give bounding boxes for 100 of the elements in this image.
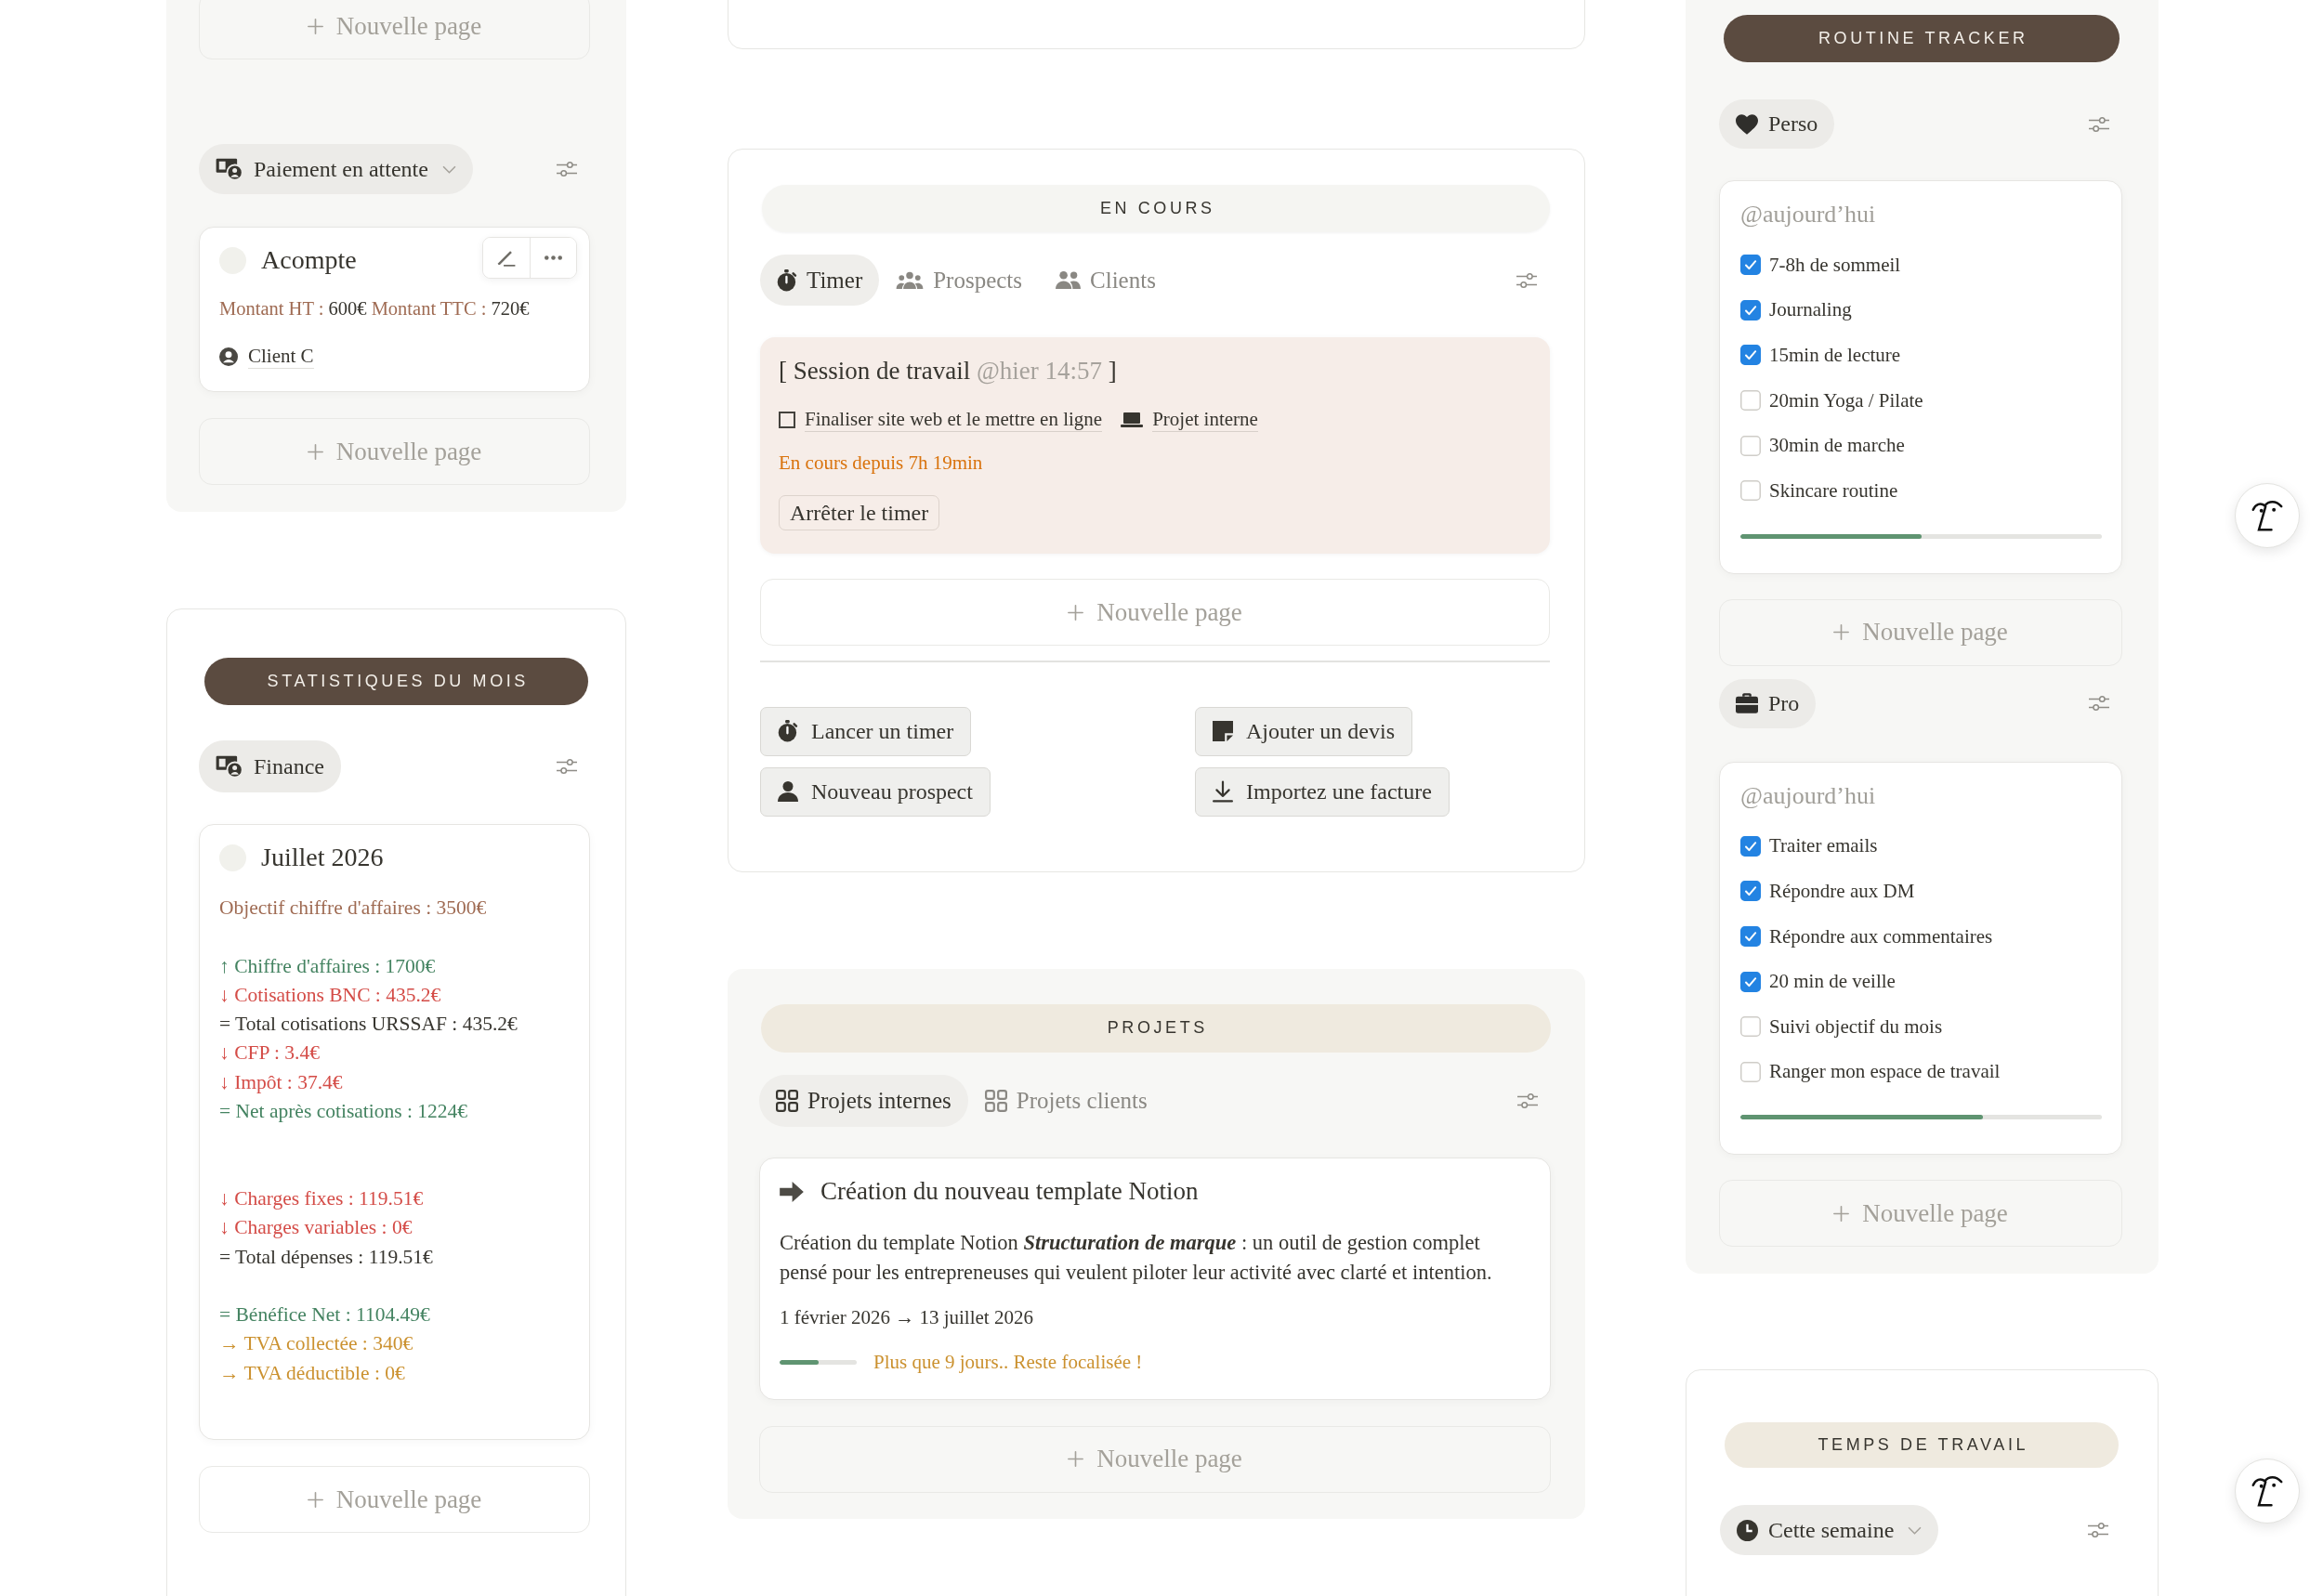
stat-line: → TVA déductible : 0€	[219, 1360, 406, 1386]
checkbox[interactable]	[1740, 480, 1761, 502]
chevron-down-icon	[441, 164, 456, 174]
cash-icon	[216, 157, 243, 181]
checkbox-label: Répondre aux commentaires	[1769, 924, 1993, 948]
action-button[interactable]: Ajouter un devis	[1195, 706, 1412, 756]
checkbox[interactable]	[1740, 881, 1761, 902]
stat-line: = Net après cotisations : 1224€	[219, 1099, 469, 1125]
cash-icon	[216, 754, 243, 778]
arrow-right-icon	[780, 1181, 804, 1202]
amounts-text: Montant HT : 600€ Montant TTC : 720€	[219, 297, 531, 321]
stop-timer-button[interactable]: Arrêter le timer	[779, 495, 940, 530]
date-mention: @aujourd’hui	[1740, 780, 1877, 811]
view-tab[interactable]: Perso	[1719, 99, 1835, 149]
checkbox[interactable]	[1740, 1016, 1761, 1038]
view-dropdown[interactable]: Cette semaine	[1720, 1505, 1939, 1556]
stat-line: = Bénéfice Net : 1104.49€	[219, 1302, 431, 1328]
project-link[interactable]: Projet interne	[1152, 407, 1258, 433]
view-dropdown[interactable]: Paiement en attente	[199, 144, 473, 194]
project-description: Création du template Notion Structuration de marque : un outil de gestion complet pensé pour les entrepreneuses qui veulent piloter leur activité avec clarté et intention.	[780, 1229, 1493, 1286]
grid-icon	[776, 1089, 798, 1112]
grid-icon	[984, 1089, 1007, 1112]
plus-icon	[307, 18, 323, 34]
checkbox[interactable]	[1740, 971, 1761, 992]
plus-icon	[307, 1491, 323, 1508]
checkbox[interactable]	[1740, 390, 1761, 412]
pencil-icon	[497, 249, 516, 267]
action-button[interactable]: Nouveau prospect	[760, 766, 991, 817]
edit-button[interactable]	[483, 238, 530, 278]
face-doodle-icon	[2251, 500, 2283, 531]
heart-icon	[1736, 113, 1758, 135]
checkbox[interactable]	[1740, 435, 1761, 456]
card-title: Juillet 2026	[261, 843, 384, 872]
checkbox-label: 30min de marche	[1769, 434, 1905, 458]
sliders-icon[interactable]	[2088, 1523, 2108, 1538]
plus-icon	[1068, 604, 1084, 621]
checkbox[interactable]	[1740, 835, 1761, 857]
checkbox-label: Suivi objectif du mois	[1769, 1014, 1943, 1039]
stat-line: ↓ CFP : 3.4€	[219, 1040, 321, 1066]
view-tab[interactable]: Pro	[1719, 678, 1817, 728]
checkbox[interactable]	[1740, 345, 1761, 366]
client-link[interactable]: Client C	[248, 345, 314, 369]
view-tab[interactable]: Timer	[760, 255, 880, 306]
sliders-icon[interactable]	[1517, 1092, 1538, 1108]
checkbox[interactable]	[1740, 926, 1761, 948]
face-doodle-icon	[2251, 1475, 2283, 1507]
download-icon	[1213, 780, 1233, 803]
stat-line: Objectif chiffre d'affaires : 3500€	[219, 896, 488, 921]
section-heading: EN COURS	[762, 185, 1550, 232]
sliders-icon[interactable]	[557, 162, 577, 177]
plus-icon	[1068, 1451, 1084, 1467]
plus-icon	[307, 443, 323, 460]
action-button[interactable]: Importez une facture	[1195, 766, 1450, 817]
chevron-down-icon	[1908, 1525, 1923, 1535]
view-tab[interactable]: Finance	[199, 740, 341, 792]
checkbox-label: Journaling	[1769, 298, 1852, 322]
person-circle-icon	[219, 347, 238, 366]
view-tab[interactable]: Prospects	[879, 255, 1040, 306]
sliders-icon[interactable]	[557, 759, 577, 774]
session-card[interactable]: [ Session de travail @hier 14:57 ] Finaliser site web et le mettre en ligne Projet interne En cours depuis 7h 19min Arrêter le timer	[760, 337, 1550, 554]
checkbox-label: 15min de lecture	[1769, 344, 1901, 367]
task-link[interactable]: Finaliser site web et le mettre en ligne	[805, 407, 1103, 433]
person-icon	[778, 781, 798, 802]
stat-line: = Total dépenses : 119.51€	[219, 1244, 434, 1270]
stat-line: ↓ Impôt : 37.4€	[219, 1069, 344, 1095]
card-title: Acompte	[261, 245, 357, 275]
stat-line: ↓ Cotisations BNC : 435.2€	[219, 982, 442, 1008]
note-icon	[1213, 721, 1233, 741]
card-title: Création du nouveau template Notion	[820, 1177, 1199, 1206]
ellipsis-icon	[545, 255, 562, 260]
checkbox[interactable]	[1740, 1061, 1761, 1082]
clock-icon	[1737, 1519, 1758, 1541]
briefcase-icon	[1736, 693, 1758, 714]
two-people-icon	[1056, 271, 1082, 289]
more-button[interactable]	[530, 238, 576, 278]
sliders-icon[interactable]	[1516, 272, 1537, 288]
checkbox-label: 7-8h de sommeil	[1769, 253, 1901, 277]
view-tab[interactable]: Projets internes	[759, 1074, 968, 1127]
action-button[interactable]: Lancer un timer	[760, 706, 972, 756]
sliders-icon[interactable]	[2089, 116, 2109, 132]
section-heading: TEMPS DE TRAVAIL	[1725, 1422, 2119, 1469]
checkbox-label: Skincare routine	[1769, 478, 1898, 503]
checkbox-label: Traiter emails	[1769, 834, 1878, 858]
view-tab[interactable]: Clients	[1039, 255, 1173, 306]
checkbox[interactable]	[1740, 299, 1761, 321]
sliders-icon[interactable]	[2089, 696, 2109, 712]
plus-icon	[1833, 624, 1850, 641]
stats-card[interactable]	[199, 824, 590, 1441]
progress-note: Plus que 9 jours.. Reste focalisée !	[873, 1351, 1143, 1374]
payment-card[interactable]: Acompte Montant HT : 600€ Montant TTC : 720€ Client C	[199, 227, 590, 392]
section-heading: PROJETS	[761, 1003, 1551, 1053]
date-mention: @aujourd’hui	[1740, 200, 1877, 229]
section-heading: ROUTINE TRACKER	[1724, 15, 2120, 62]
stat-line: ↑ Chiffre d'affaires : 1700€	[219, 953, 437, 979]
project-card[interactable]	[759, 1157, 1551, 1400]
checkbox[interactable]	[1740, 255, 1761, 276]
plus-icon	[1833, 1205, 1850, 1222]
square-icon	[779, 412, 795, 428]
checkbox-label: 20 min de veille	[1769, 970, 1896, 994]
stopwatch-icon	[777, 268, 797, 292]
